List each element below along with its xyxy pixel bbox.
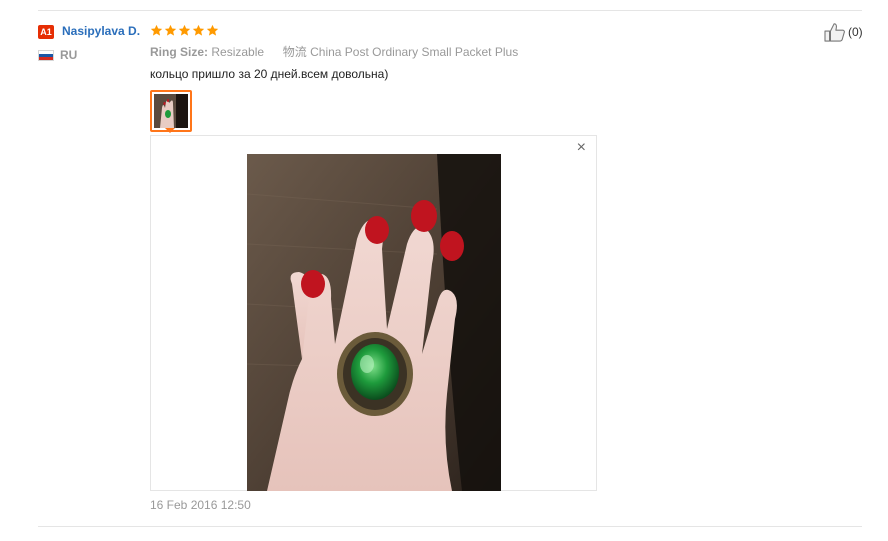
thumbnail-pointer — [165, 128, 175, 133]
logistics-value: China Post Ordinary Small Packet Plus — [310, 45, 519, 59]
helpful-count: (0) — [848, 25, 863, 39]
user-level-badge: A1 — [38, 25, 54, 39]
top-divider — [38, 10, 862, 11]
star-icon — [178, 24, 191, 36]
russia-flag-icon — [38, 50, 54, 61]
ring-size-label: Ring Size: — [150, 45, 209, 59]
country-code: RU — [60, 48, 78, 62]
review-photo — [247, 154, 501, 491]
star-icon — [150, 24, 163, 36]
bottom-divider — [38, 526, 862, 527]
ring-size-value: Resizable — [211, 45, 265, 59]
helpful-button[interactable]: (0) — [824, 22, 863, 42]
photo-thumbnail-image — [154, 94, 188, 128]
review-text: кольцо пришло за 20 дней.всем довольна) — [150, 67, 389, 81]
close-icon[interactable]: × — [577, 140, 586, 156]
star-icon — [206, 24, 219, 36]
order-attributes: Ring Size: Resizable 物流 China Post Ordin… — [150, 43, 518, 60]
rating-stars — [150, 24, 219, 37]
review-date: 16 Feb 2016 12:50 — [150, 498, 251, 512]
photo-thumbnail[interactable] — [150, 90, 192, 132]
logistics-label: 物流 — [282, 45, 307, 59]
user-name-link[interactable]: Nasipylava D. — [62, 24, 140, 38]
thumbs-up-icon — [824, 23, 845, 42]
star-icon — [192, 24, 205, 36]
star-icon — [164, 24, 177, 36]
photo-viewer: × — [150, 135, 597, 491]
